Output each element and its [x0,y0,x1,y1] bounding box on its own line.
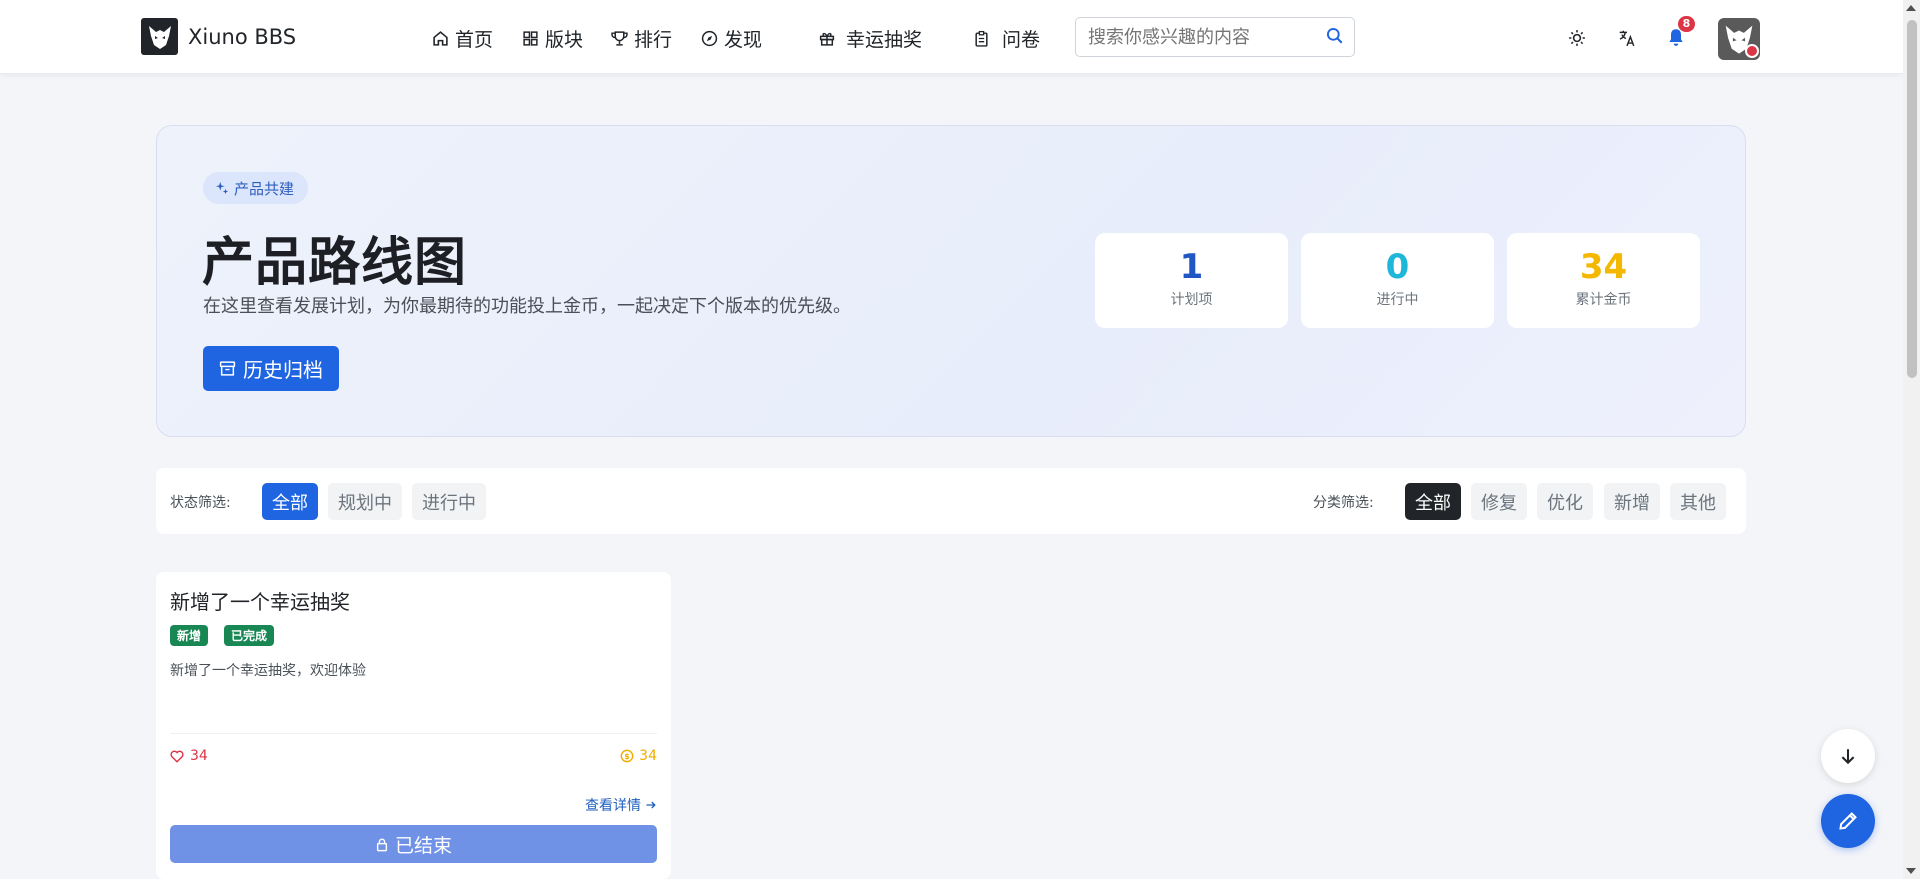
nav-item-discover[interactable]: 发现 [701,25,762,52]
translate-icon[interactable] [1618,29,1636,47]
nav-label-forums: 版块 [545,29,584,51]
brand[interactable]: Xiuno BBS [141,18,296,55]
pencil-icon [1839,812,1857,830]
page-description: 在这里查看发展计划，为你最期待的功能投上金币，一起决定下个版本的优先级。 [203,296,851,317]
grid-icon [523,31,538,46]
clipboard-icon [975,30,988,47]
avatar-status-dot [1745,44,1759,58]
brand-logo-icon [141,18,178,55]
gift-icon [819,32,835,46]
view-details-link[interactable]: 查看详情 [585,795,657,815]
search-icon[interactable] [1326,27,1344,45]
likes-value: 34 [190,748,208,764]
coins-value: 34 [639,748,657,764]
roadmap-card[interactable]: 新增了一个幸运抽奖 新增 已完成 新增了一个幸运抽奖，欢迎体验 34 $ 34 … [156,572,671,879]
category-filter-label: 分类筛选: [1313,495,1374,511]
status-filter-planning[interactable]: 规划中 [328,483,402,520]
filter-bar: 状态筛选: 全部 规划中 进行中 分类筛选: 全部 修复 优化 新增 其他 [156,468,1746,534]
stat-value-in-progress: 0 [1385,247,1410,287]
hero-pill-label: 产品共建 [234,179,295,198]
stat-card-in-progress: 0 进行中 [1301,233,1494,328]
archive-icon [219,361,236,376]
ended-button-label: 已结束 [394,834,452,857]
stat-label-total-coins: 累计金币 [1575,292,1632,308]
roadmap-hero: 产品共建 产品路线图 在这里查看发展计划，为你最期待的功能投上金币，一起决定下个… [156,125,1746,437]
archive-button[interactable]: 历史归档 [203,346,339,391]
status-filter-label: 状态筛选: [170,495,231,511]
coin-icon: $ [620,749,634,763]
archive-button-label: 历史归档 [243,358,323,382]
coins-count: $ 34 [620,748,657,764]
compose-button[interactable] [1821,794,1875,848]
card-title[interactable]: 新增了一个幸运抽奖 [170,586,350,615]
likes-count[interactable]: 34 [170,748,208,764]
nav-item-home[interactable]: 首页 [432,25,493,52]
nav-item-lucky-draw[interactable]: 幸运抽奖 [818,25,922,52]
card-divider [170,733,657,734]
scrollbar-up-arrow-icon[interactable] [1906,5,1916,11]
brand-name: Xiuno BBS [188,24,297,49]
stat-card-planned: 1 计划项 [1095,233,1288,328]
heart-icon [170,750,184,763]
nav-label-survey: 问卷 [1002,29,1041,51]
scrollbar-down-arrow-icon[interactable] [1906,868,1916,874]
stat-card-total-coins: 34 累计金币 [1507,233,1700,328]
ended-button[interactable]: 已结束 [170,825,657,863]
nav-label-ranking: 排行 [634,29,673,51]
sparkle-icon [215,181,229,195]
stat-label-in-progress: 进行中 [1376,292,1419,308]
category-filter-all[interactable]: 全部 [1405,483,1461,520]
page-title: 产品路线图 [202,233,468,293]
category-filter-new[interactable]: 新增 [1604,483,1660,520]
notification-count-badge: 8 [1678,16,1695,32]
category-filter-optimize[interactable]: 优化 [1537,483,1593,520]
card-description: 新增了一个幸运抽奖，欢迎体验 [170,663,366,679]
svg-text:$: $ [624,752,629,761]
category-filter-other[interactable]: 其他 [1670,483,1726,520]
trophy-icon [611,31,628,46]
category-tag: 新增 [170,625,209,646]
nav-item-ranking[interactable]: 排行 [611,25,672,52]
home-icon [433,31,448,46]
status-filter-all[interactable]: 全部 [262,483,318,520]
top-navbar: Xiuno BBS 首页 版块 排行 发现 幸运抽奖 问卷 8 [0,0,1903,74]
scrollbar-thumb[interactable] [1907,20,1917,378]
status-tag: 已完成 [224,625,275,646]
hero-pill: 产品共建 [203,172,309,204]
nav-item-survey[interactable]: 问卷 [973,25,1040,52]
stat-value-total-coins: 34 [1579,247,1628,287]
arrow-right-icon [646,801,656,809]
nav-item-forums[interactable]: 版块 [522,25,583,52]
nav-label-lucky-draw: 幸运抽奖 [846,29,923,51]
stat-label-planned: 计划项 [1170,292,1213,308]
stat-value-planned: 1 [1179,247,1204,287]
page-scrollbar[interactable] [1903,0,1920,879]
search-input[interactable] [1086,18,1316,56]
view-details-label: 查看详情 [585,798,641,814]
lock-icon [376,838,388,851]
status-filter-in-progress[interactable]: 进行中 [412,483,486,520]
theme-toggle-icon[interactable] [1568,29,1586,47]
compass-icon [701,30,718,47]
nav-label-discover: 发现 [724,29,763,51]
nav-label-home: 首页 [455,29,494,51]
scroll-down-button[interactable] [1821,729,1875,783]
arrow-down-icon [1841,749,1855,765]
search-box [1075,17,1355,57]
category-filter-fix[interactable]: 修复 [1471,483,1527,520]
